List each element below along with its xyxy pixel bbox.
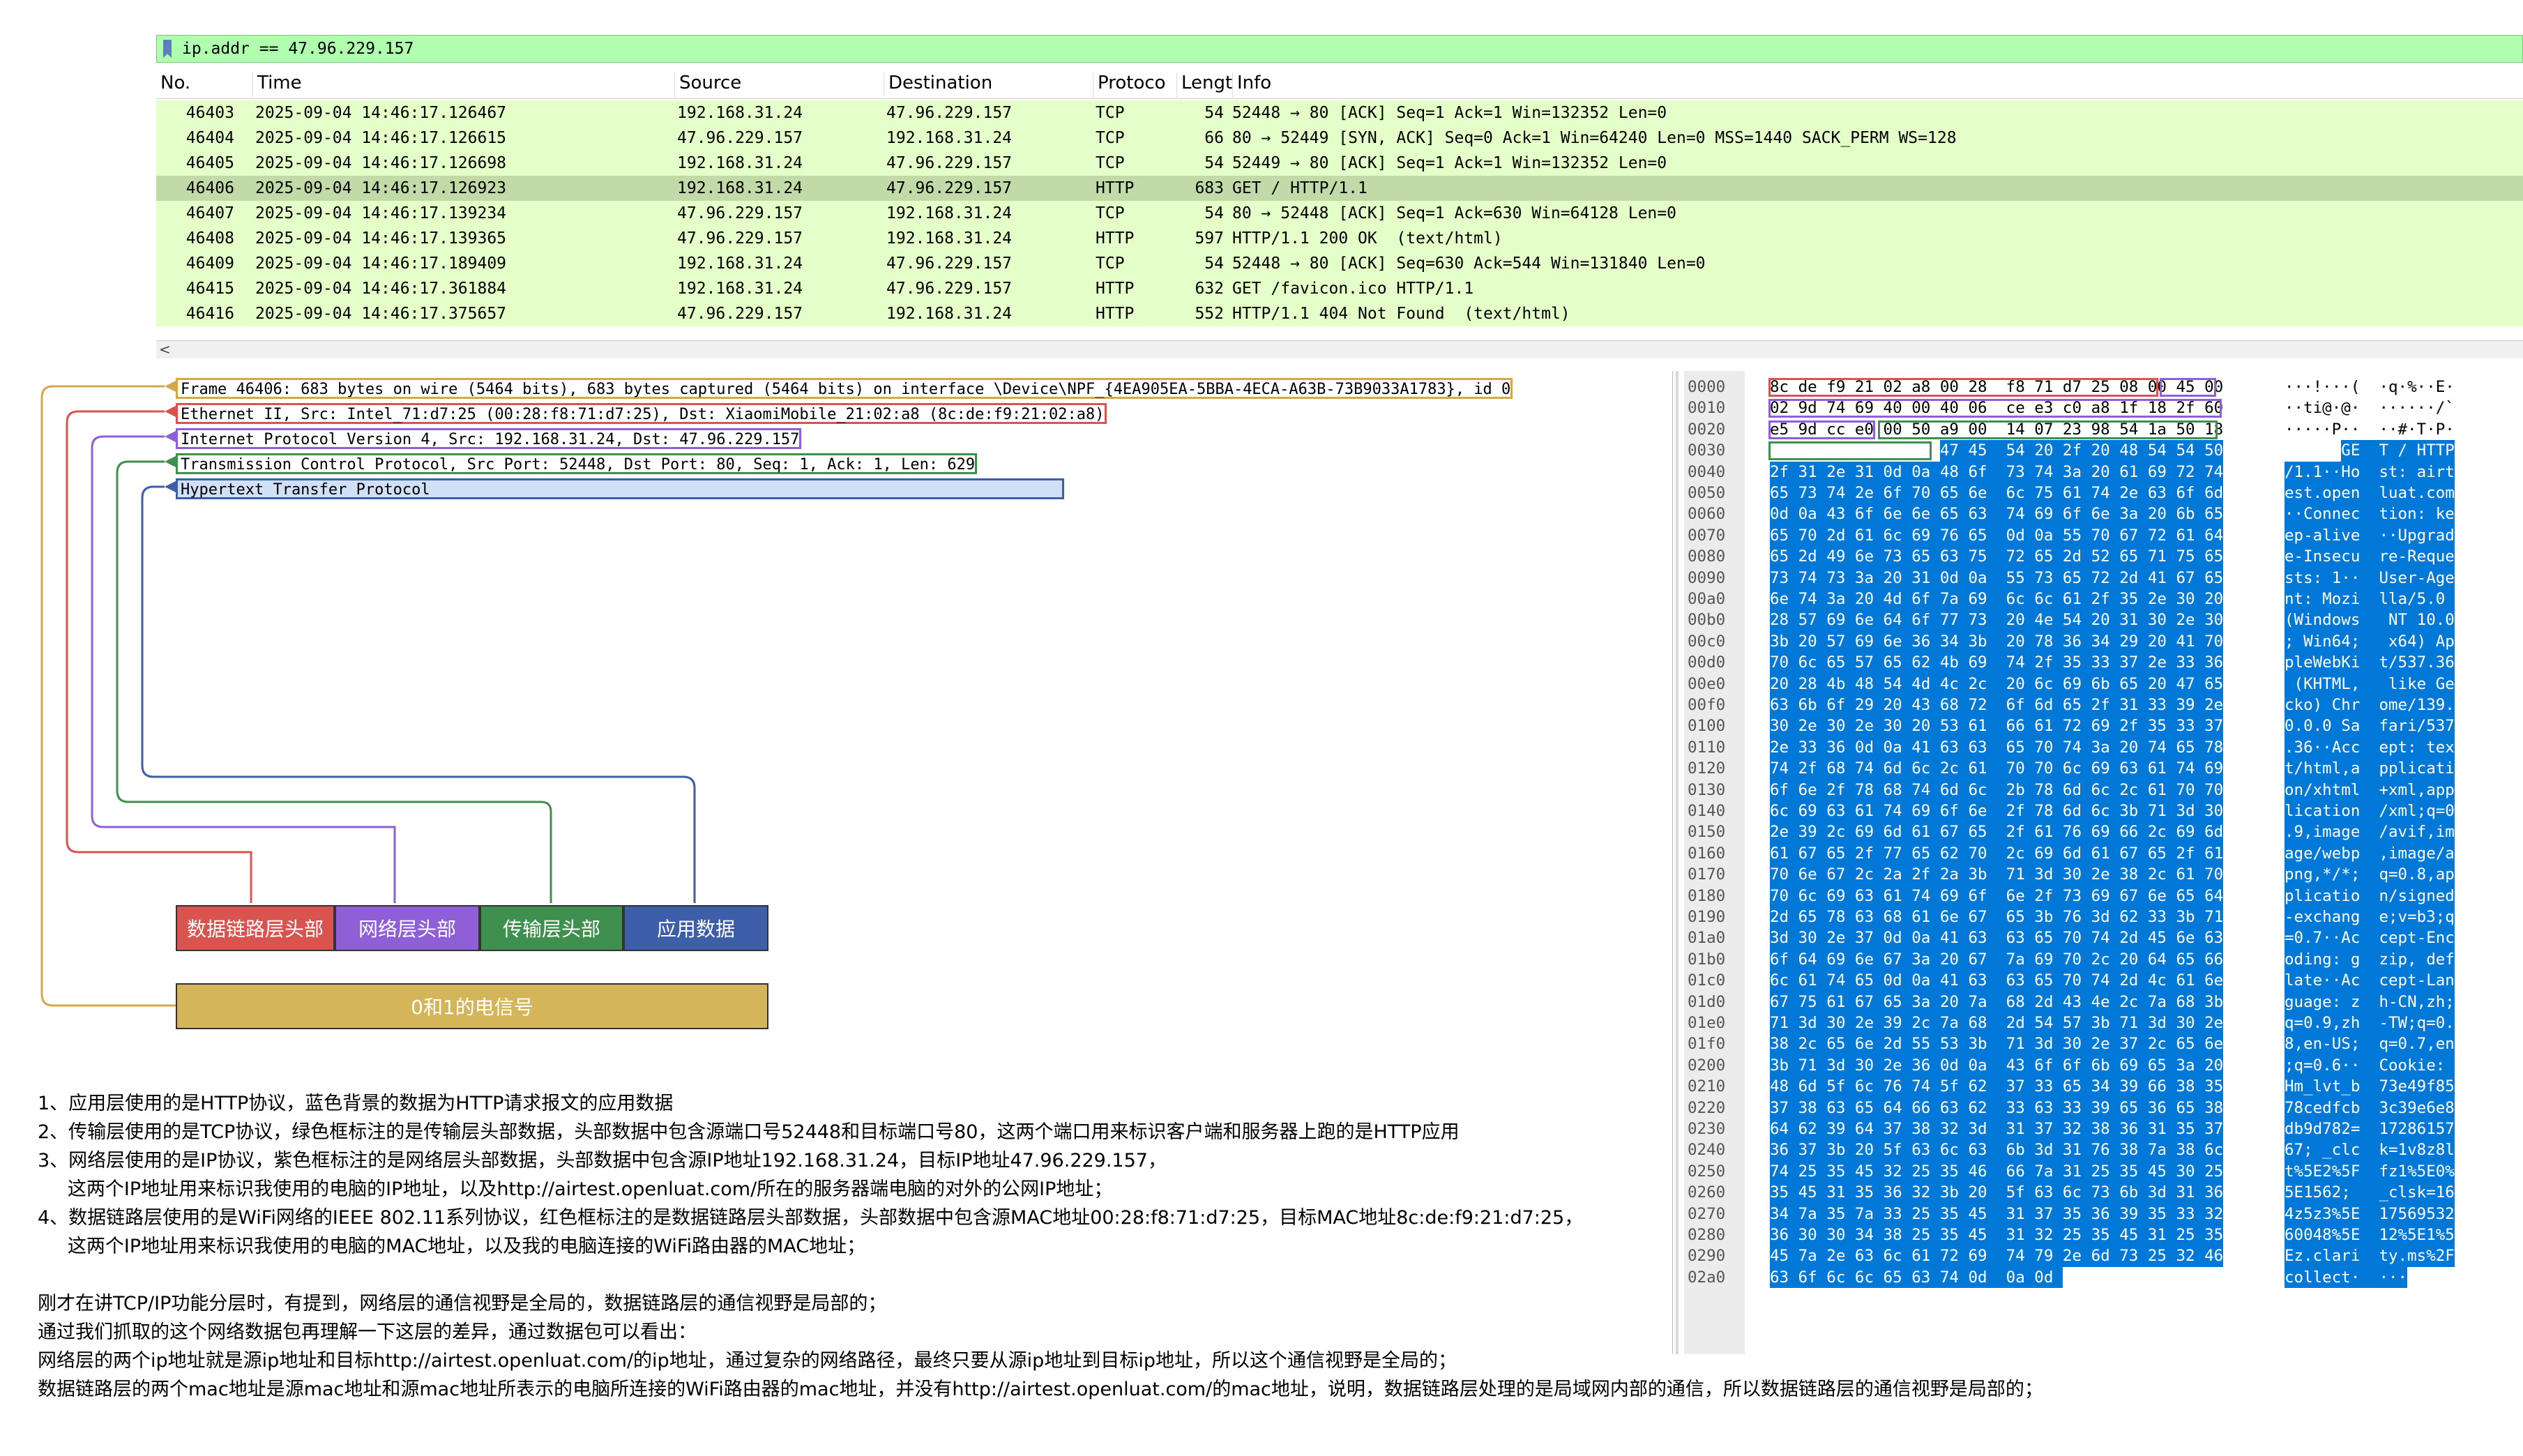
connector-tcp <box>116 460 552 903</box>
explanation-notes: 1、应用层使用的是HTTP协议，蓝色背景的数据为HTTP请求报文的应用数据 2、传… <box>38 1088 2199 1409</box>
note-line: 通过我们抓取的这个网络数据包再理解一下这层的差异，通过数据包可以看出： <box>38 1321 697 1343</box>
transport-layer-header-label: 传输层头部 <box>480 905 623 951</box>
physical-signal-label: 0和1的电信号 <box>176 983 768 1029</box>
connector-ip <box>91 435 396 903</box>
note-line: 3、网络层使用的是IP协议，紫色框标注的是网络层头部数据，头部数据中包含源IP地… <box>38 1150 1167 1171</box>
network-layer-header-label: 网络层头部 <box>335 905 480 951</box>
note-line: 2、传输层使用的是TCP协议，绿色框标注的是传输层头部数据，头部数据中包含源端口… <box>38 1121 1460 1143</box>
connector-frame <box>40 385 179 1007</box>
note-line: 数据链路层的两个mac地址是源mac地址和源mac地址所表示的电脑所连接的WiF… <box>38 1379 2043 1400</box>
note-line: 网络层的两个ip地址就是源ip地址和目标http://airtest.openl… <box>38 1350 1457 1372</box>
application-data-label: 应用数据 <box>623 905 768 951</box>
note-line: 1、应用层使用的是HTTP协议，蓝色背景的数据为HTTP请求报文的应用数据 <box>38 1093 674 1114</box>
note-line: 4、数据链路层使用的是WiFi网络的IEEE 802.11系列协议，红色框标注的… <box>38 1207 1584 1229</box>
link-layer-header-label: 数据链路层头部 <box>176 905 335 951</box>
connector-ethernet <box>66 410 252 903</box>
note-line: 刚才在讲TCP/IP功能分层时，有提到，网络层的通信视野是全局的，数据链路层的通… <box>38 1293 887 1314</box>
note-line: 这两个IP地址用来标识我使用的电脑的IP地址，以及http://airtest.… <box>38 1178 1113 1200</box>
connector-http <box>141 485 696 903</box>
note-line: 这两个IP地址用来标识我使用的电脑的MAC地址，以及我的电脑连接的WiFi路由器… <box>38 1236 866 1257</box>
